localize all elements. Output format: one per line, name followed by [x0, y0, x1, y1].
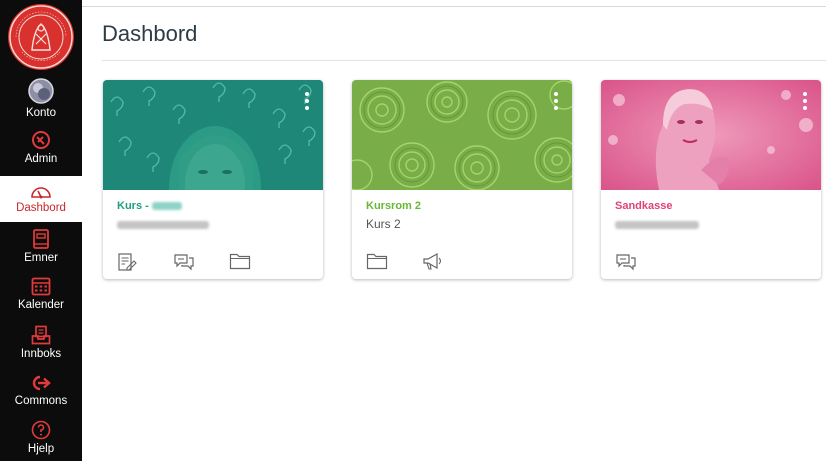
files-link[interactable] [229, 252, 285, 274]
discussions-icon [174, 254, 194, 271]
nav-account-label: Konto [25, 107, 57, 119]
course-card-1[interactable]: Kurs - [103, 80, 323, 279]
files-link[interactable] [366, 252, 422, 274]
help-circle-icon [31, 420, 51, 440]
dashboard-gauge-icon [31, 187, 51, 199]
commons-arrow-icon [32, 375, 51, 391]
nav-help[interactable]: Hjelp [0, 420, 82, 460]
inbox-icon [31, 325, 51, 345]
course-card-code [615, 217, 699, 231]
nav-commons[interactable]: Commons [0, 374, 82, 414]
shield-icon [32, 131, 50, 149]
course-card-image[interactable] [601, 80, 821, 190]
nav-dashboard-label: Dashbord [16, 202, 66, 214]
nav-calendar[interactable]: Kalender [0, 276, 82, 318]
card-options-button[interactable] [305, 92, 309, 110]
announcements-icon [423, 252, 442, 270]
nav-help-label: Hjelp [27, 443, 55, 455]
card-options-button[interactable] [554, 92, 558, 110]
redacted-code [117, 220, 209, 229]
global-navigation: Konto Admin Dashbord Emner Kalender Innb… [0, 0, 82, 461]
nav-commons-label: Commons [14, 395, 68, 407]
course-card-name-text: Kurs - [117, 200, 149, 212]
nav-inbox-label: Innboks [20, 348, 62, 360]
page-title: Dashbord [102, 21, 198, 46]
card-options-button[interactable] [803, 92, 807, 110]
course-card-3[interactable]: Sandkasse [601, 80, 821, 279]
discussions-link[interactable] [173, 252, 229, 274]
title-divider [102, 60, 826, 61]
course-card-code: Kurs 2 [366, 217, 401, 231]
redacted-code [615, 220, 699, 229]
nav-admin-label: Admin [24, 153, 58, 165]
nav-dashboard[interactable]: Dashbord [0, 176, 82, 222]
course-card-2[interactable]: Kursrom 2 Kurs 2 [352, 80, 572, 279]
university-logo[interactable] [8, 4, 74, 70]
university-seal-icon [9, 5, 73, 69]
course-card-code [117, 217, 209, 231]
discussions-icon [616, 254, 636, 271]
files-icon [229, 253, 251, 270]
assignments-link[interactable] [117, 252, 173, 274]
nav-courses-label: Emner [24, 252, 58, 264]
course-card-name[interactable]: Kursrom 2 [366, 200, 421, 212]
book-icon [33, 229, 49, 249]
assignments-icon [118, 253, 137, 271]
course-card-name[interactable]: Kurs - [117, 200, 182, 212]
top-divider [82, 6, 826, 7]
course-card-actions [366, 252, 478, 274]
calendar-icon [31, 277, 51, 296]
redacted-name [151, 202, 182, 211]
nav-calendar-label: Kalender [17, 299, 65, 311]
nav-account[interactable]: Konto [0, 78, 82, 122]
announcements-link[interactable] [422, 252, 478, 274]
discussions-link[interactable] [615, 252, 671, 274]
course-card-actions [615, 252, 671, 274]
main-content: Dashbord Kurs - Kursrom 2 Kurs 2 Sandkas… [82, 0, 826, 461]
nav-admin[interactable]: Admin [0, 130, 82, 170]
course-card-image[interactable] [103, 80, 323, 190]
course-card-image[interactable] [352, 80, 572, 190]
files-icon [366, 253, 388, 270]
nav-inbox[interactable]: Innboks [0, 325, 82, 367]
nav-courses[interactable]: Emner [0, 229, 82, 269]
account-avatar-icon [28, 78, 54, 104]
course-card-actions [117, 252, 285, 274]
course-card-name[interactable]: Sandkasse [615, 200, 672, 212]
